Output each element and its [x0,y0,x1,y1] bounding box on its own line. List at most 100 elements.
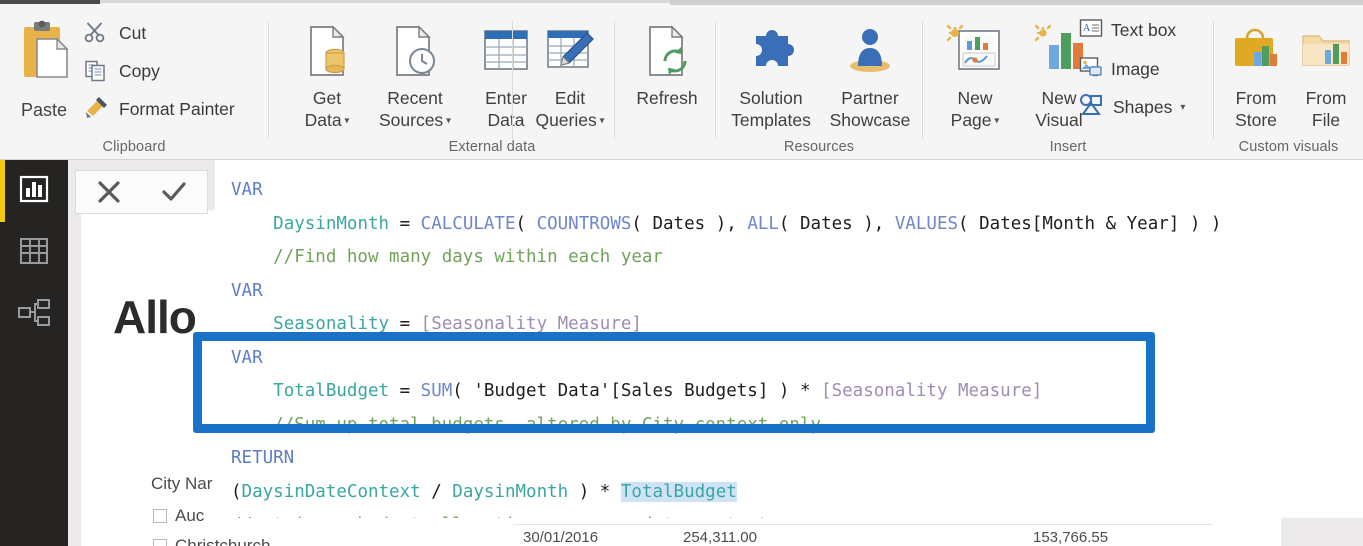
edit-queries-button[interactable]: Edit Queries ▾ [524,15,616,133]
dax-line[interactable]: DaysinMonth = CALCULATE( COUNTROWS( Date… [215,208,1363,242]
group-divider [922,21,923,139]
data-grid-icon [19,237,49,270]
model-relationships-icon [18,298,50,332]
copy-button[interactable]: Copy [84,59,160,83]
dax-token: ( Dates[Month & Year] ) ) [958,213,1222,234]
dax-token: VALUES [894,213,959,234]
person-icon [820,15,920,87]
shapes-button[interactable]: Shapes ▾ [1079,94,1185,121]
chevron-down-icon[interactable]: ▾ [342,115,349,126]
paintbrush-icon [84,97,110,121]
from-store-label: From Store [1235,88,1277,130]
commit-formula-button[interactable] [152,175,196,209]
image-label: Image [1111,59,1160,79]
ribbon-group-custom-visuals: From Store From File Custom visuals [1213,7,1363,160]
get-data-button[interactable]: Get Data ▾ [281,15,373,133]
refresh-arrows-icon [621,15,713,87]
table-cell-value-1: 254,311.00 [683,529,757,546]
sidebar-item-model-view[interactable] [0,284,68,346]
ribbon-group-resources: Solution Templates Partner Showcase Reso… [715,7,922,160]
dax-line[interactable]: //Find how many days within each year [215,241,1363,275]
dax-line[interactable]: RETURN [215,442,1363,476]
copy-label: Copy [119,60,160,81]
custom-visuals-group-label: Custom visuals [1238,139,1339,155]
text-box-icon: A [1079,18,1103,43]
dax-token: DaysinMonth [452,481,569,502]
checkbox-icon[interactable] [153,539,167,546]
paste-label: Paste [20,100,68,120]
dax-line[interactable]: Seasonality = [Seasonality Measure] [215,308,1363,342]
partner-showcase-button[interactable]: Partner Showcase [820,15,920,133]
from-store-button[interactable]: From Store [1220,15,1292,133]
dax-line[interactable]: //retrieves budget allocation over any d… [215,509,1363,518]
dax-token: = [389,381,421,401]
dax-token: ( [515,213,537,234]
dax-token: //Find how many days within each year [231,247,663,267]
group-divider [1213,21,1214,139]
shapes-icon [1079,94,1105,121]
dax-token [231,314,273,334]
format-painter-button[interactable]: Format Painter [84,97,235,121]
view-navigation-rail [0,160,68,546]
dax-token: ( [231,481,242,502]
ribbon: Paste Cut Copy Format Painter Clipboard … [0,0,1363,160]
text-box-button[interactable]: A Text box [1079,18,1176,43]
dax-token: ALL [747,213,779,234]
new-page-button[interactable]: New Page ▾ [931,15,1019,133]
table-row[interactable]: 30/01/2016 254,311.00 153,766.55 [513,524,1213,546]
dax-line[interactable]: //Sum up total budgets, altered by City … [215,409,1363,443]
dax-token: TotalBudget [620,481,737,502]
chevron-down-icon[interactable]: ▾ [443,115,451,126]
cancel-formula-button[interactable] [87,175,131,209]
refresh-button[interactable]: Refresh [621,15,713,133]
chevron-down-icon[interactable]: ▾ [992,115,999,126]
recent-sources-button[interactable]: Recent Sources ▾ [369,15,461,133]
dax-token: ( Dates ), [778,213,895,234]
cut-button[interactable]: Cut [84,21,146,45]
ribbon-group-clipboard: Paste Cut Copy Format Painter Clipboard [0,7,268,160]
checkbox-icon[interactable] [153,509,167,523]
edit-queries-label: Edit Queries [535,88,597,130]
dax-line[interactable]: (DaysinDateContext / DaysinMonth ) * Tot… [215,476,1363,510]
slicer-option-auckland[interactable]: Auc [153,506,204,526]
checkmark-icon [162,182,186,201]
partner-showcase-label: Partner Showcase [829,88,911,130]
dax-token [231,214,273,234]
power-bi-desktop-window: Paste Cut Copy Format Painter Clipboard … [0,0,1363,546]
image-button[interactable]: Image [1079,56,1160,83]
ribbon-tab-strip [0,0,1363,7]
store-bag-icon [1220,15,1292,87]
from-file-button[interactable]: From File [1290,15,1362,133]
slicer-option-christchurch[interactable]: Christchurch [153,536,270,546]
dax-token: = [389,314,421,334]
image-icon [1079,56,1103,83]
tab-strip-edge [100,0,670,3]
dax-token: RETURN [231,448,295,468]
dax-line[interactable]: VAR [215,174,1363,208]
new-page-label: New Page [950,88,993,130]
chevron-down-icon[interactable]: ▾ [1180,102,1185,113]
external-data-group-label: External data [448,139,536,155]
copy-pages-icon [84,59,110,83]
close-x-icon [98,181,120,203]
group-divider-inner-2 [614,21,615,139]
dax-token [231,381,273,401]
dax-line[interactable]: TotalBudget = SUM( 'Budget Data'[Sales B… [215,375,1363,409]
sidebar-item-report-view[interactable] [0,160,68,222]
dax-line[interactable]: VAR [215,275,1363,309]
sidebar-item-data-view[interactable] [0,222,68,284]
paste-button[interactable]: Paste [8,15,80,127]
dax-token: VAR [231,347,263,368]
folder-icon [1290,15,1362,87]
recent-sources-label: Recent Sources [378,88,444,130]
dax-line[interactable]: VAR [215,342,1363,376]
group-divider [268,21,269,139]
ribbon-group-external-data: Get Data ▾ Recent Sources ▾ Enter Data E… [268,7,715,160]
chevron-down-icon[interactable]: ▾ [597,115,605,126]
dax-token: DaysinMonth [273,213,390,234]
recent-sources-clock-icon [369,15,461,87]
solution-templates-button[interactable]: Solution Templates [721,15,821,133]
formula-bar-actions [75,170,208,214]
resources-group-label: Resources [783,139,855,155]
dax-formula-editor[interactable]: VAR DaysinMonth = CALCULATE( COUNTROWS( … [215,160,1363,518]
